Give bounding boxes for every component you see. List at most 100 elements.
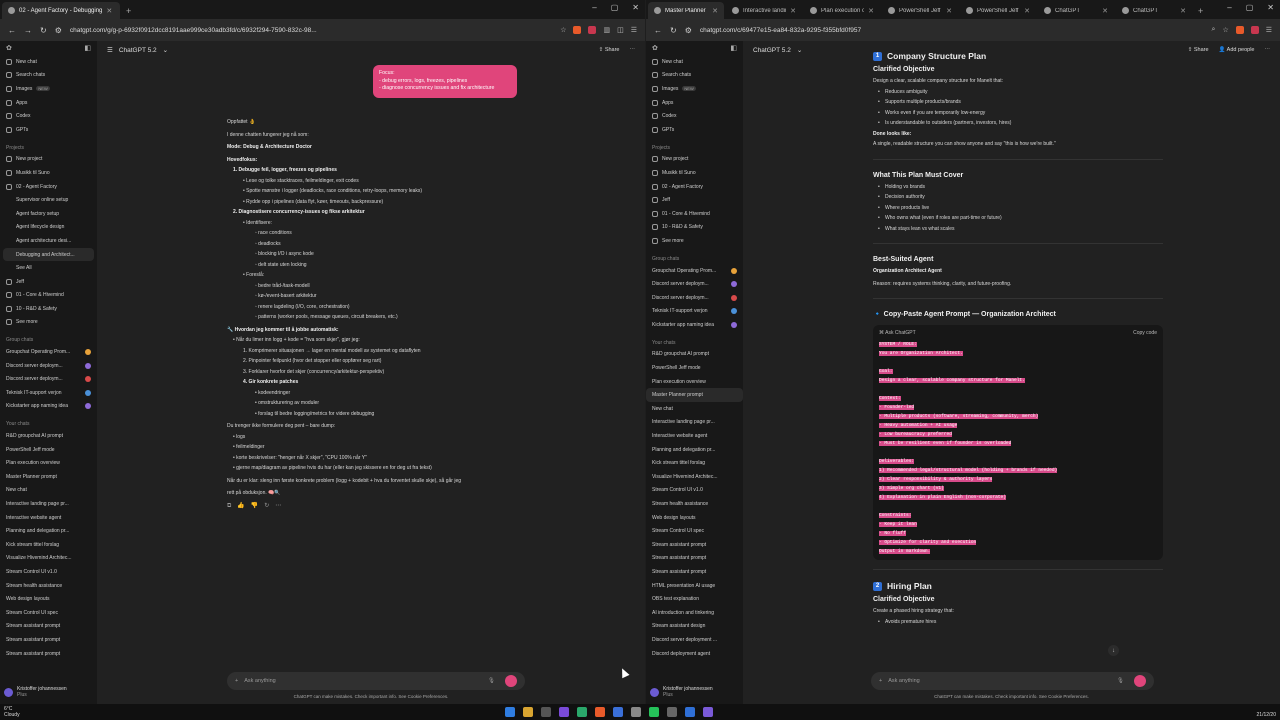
close-icon[interactable]: ✕ bbox=[946, 7, 952, 15]
user-profile[interactable]: Kristoffer johannessen Plus bbox=[650, 686, 713, 698]
extension-icon[interactable] bbox=[588, 26, 597, 34]
forward-icon[interactable]: → bbox=[24, 26, 32, 35]
discord-icon[interactable] bbox=[559, 707, 569, 717]
sidebar-item-chat[interactable]: OBS test explanation bbox=[646, 592, 743, 606]
close-icon[interactable]: ✕ bbox=[1024, 7, 1030, 15]
copy-icon[interactable]: ⧉ bbox=[227, 501, 231, 512]
vscode-icon[interactable] bbox=[685, 707, 695, 717]
sidebar-item-project[interactable]: Jeff bbox=[0, 275, 97, 289]
url-field[interactable]: chatgpt.com/c/69477e15-ea84-832a-9295-f3… bbox=[700, 27, 1204, 34]
copy-code-button[interactable]: Copy code bbox=[1133, 329, 1157, 338]
sidebar-item-chat[interactable]: Visualize Hivemind Architec... bbox=[0, 552, 97, 566]
sidebar-item-project[interactable]: 02 - Agent Factory bbox=[0, 180, 97, 194]
sidebar-item-group[interactable]: Discord server deploym... bbox=[0, 359, 97, 373]
thumbs-down-icon[interactable]: 👎 bbox=[251, 501, 258, 512]
close-icon[interactable]: ✕ bbox=[712, 7, 718, 15]
sidebar-item-chat[interactable]: R&D groupchat AI prompt bbox=[646, 348, 743, 362]
sidebar-item-chat[interactable]: Stream assistant prompt bbox=[646, 538, 743, 552]
app-icon[interactable] bbox=[667, 707, 677, 717]
minimize-icon[interactable]: – bbox=[1227, 3, 1231, 12]
sidebar-item-chat[interactable]: Planning and delegation pr... bbox=[646, 443, 743, 457]
sidebar-item-chat[interactable]: Stream assistant prompt bbox=[646, 552, 743, 566]
app-icon[interactable] bbox=[577, 707, 587, 717]
composer[interactable]: + Ask anything 🎙 bbox=[871, 672, 1154, 690]
sidebar-item-chat[interactable]: Discord server deployment ... bbox=[646, 633, 743, 647]
site-info-icon[interactable]: ⚙ bbox=[55, 26, 62, 35]
sidebar-item-chat[interactable]: Plan execution overview bbox=[0, 456, 97, 470]
browser-tab[interactable]: Interactive landing ✕ bbox=[726, 2, 802, 19]
sidebar-item-chat[interactable]: Interactive website agent bbox=[0, 511, 97, 525]
composer[interactable]: + Ask anything 🎙 bbox=[227, 672, 525, 690]
share-button[interactable]: ⇪ Share bbox=[1188, 47, 1209, 53]
search-icon[interactable]: ⌕ bbox=[1212, 26, 1216, 34]
sidebar-item-chat[interactable]: New chat bbox=[646, 402, 743, 416]
sidebar-item-chat[interactable]: Interactive landing page pr... bbox=[0, 497, 97, 511]
sidebar-item-group[interactable]: Teknisk IT-support verjon bbox=[646, 305, 743, 319]
sidebar-item-chat[interactable]: Master Planner prompt bbox=[646, 388, 743, 403]
sidebar-item-chat[interactable]: Stream Control UI v1.0 bbox=[0, 565, 97, 579]
composer-input[interactable]: Ask anything bbox=[888, 678, 920, 684]
maximize-icon[interactable]: ▢ bbox=[1246, 3, 1254, 12]
sidebar-item[interactable]: Search chats bbox=[0, 69, 97, 83]
sidebar-item-project[interactable]: Musikk til Suno bbox=[0, 166, 97, 180]
more-icon[interactable]: ⋯ bbox=[275, 501, 281, 512]
voice-mode-button[interactable] bbox=[505, 675, 517, 687]
sidebar-item[interactable]: Images NEW bbox=[646, 82, 743, 96]
sidebar-item-chat[interactable]: PowerShell Jeff mode bbox=[0, 443, 97, 457]
sidebar-item-chat[interactable]: Stream Control UI spec bbox=[0, 606, 97, 620]
sidebar-item-group[interactable]: Teknisk IT-support verjon bbox=[0, 386, 97, 400]
minimize-icon[interactable]: – bbox=[592, 3, 596, 12]
site-info-icon[interactable]: ⚙ bbox=[685, 26, 692, 35]
sidebar-item-project[interactable]: Jeff bbox=[646, 193, 743, 207]
new-tab-icon[interactable]: + bbox=[120, 2, 137, 19]
file-explorer-icon[interactable] bbox=[523, 707, 533, 717]
close-window-icon[interactable]: ✕ bbox=[1267, 3, 1274, 12]
sidebar-item[interactable]: GPTs bbox=[646, 123, 743, 137]
sidebar-item-project[interactable]: 02 - Agent Factory bbox=[646, 180, 743, 194]
sidebar-item-chat[interactable]: Web design layouts bbox=[646, 511, 743, 525]
sidebar-item[interactable]: New chat bbox=[646, 55, 743, 69]
close-window-icon[interactable]: ✕ bbox=[632, 3, 639, 12]
brave-icon[interactable] bbox=[595, 707, 605, 717]
bookmark-icon[interactable]: ☆ bbox=[560, 26, 566, 34]
sidebar-item-project[interactable]: New project bbox=[0, 153, 97, 167]
reload-icon[interactable]: ↻ bbox=[670, 26, 677, 35]
sidebar-item-chat[interactable]: PowerShell Jeff mode bbox=[646, 361, 743, 375]
sidebar-item-chat[interactable]: Plan execution overview bbox=[646, 375, 743, 389]
sidebar-item-chat[interactable]: Stream Control UI v1.0 bbox=[646, 484, 743, 498]
sidebar-item-project[interactable]: Debugging and Architect... bbox=[3, 247, 94, 262]
sidebar-item-chat[interactable]: Stream assistant prompt bbox=[0, 633, 97, 647]
sidebar-item-project[interactable]: 01 - Core & Hivemind bbox=[0, 289, 97, 303]
sidebar-item-chat[interactable]: Web design layouts bbox=[0, 592, 97, 606]
brave-shield-icon[interactable] bbox=[1235, 26, 1244, 34]
sidebar-item-chat[interactable]: Kick stream tittel forslag bbox=[0, 538, 97, 552]
vscode-icon[interactable] bbox=[613, 707, 623, 717]
sidebar-item-chat[interactable]: Kick stream tittel forslag bbox=[646, 456, 743, 470]
model-selector[interactable]: ChatGPT 5.2 bbox=[753, 47, 791, 54]
sidebar-item-chat[interactable]: AI introduction and tinkering bbox=[646, 606, 743, 620]
sidebar-item-chat[interactable]: Stream assistant prompt bbox=[646, 565, 743, 579]
scroll-down-icon[interactable]: ↓ bbox=[1108, 645, 1119, 656]
more-icon[interactable]: ⋯ bbox=[630, 47, 636, 53]
sidebar-item-chat[interactable]: Interactive website agent bbox=[646, 429, 743, 443]
app-icon[interactable] bbox=[703, 707, 713, 717]
sidebar-item-chat[interactable]: Stream assistant prompt bbox=[0, 647, 97, 661]
sidebar-item-project[interactable]: Agent lifecycle design bbox=[0, 221, 97, 235]
sidebar-item-project[interactable]: See All bbox=[0, 261, 97, 275]
sidebar-item-chat[interactable]: Visualize Hivemind Architec... bbox=[646, 470, 743, 484]
url-field[interactable]: chatgpt.com/g/g-p-6932f0912dcc8191aae999… bbox=[70, 27, 552, 34]
close-icon[interactable]: ✕ bbox=[1180, 7, 1186, 15]
sidebar-item-chat[interactable]: Discord deployment agent bbox=[646, 647, 743, 661]
close-icon[interactable]: ✕ bbox=[1102, 7, 1108, 15]
sidebar-item-project[interactable]: 10 - R&D & Safety bbox=[646, 221, 743, 235]
weather-widget[interactable]: 6°C Cloudy bbox=[4, 706, 20, 718]
sidebar-item[interactable]: Codex bbox=[646, 109, 743, 123]
model-selector[interactable]: ChatGPT 5.2 bbox=[119, 47, 157, 54]
openai-logo-icon[interactable]: ✿ bbox=[652, 44, 658, 52]
browser-tab[interactable]: PowerShell Jeff mo ✕ bbox=[960, 2, 1036, 19]
sidebar-item-project[interactable]: Musikk til Suno bbox=[646, 166, 743, 180]
wallet-icon[interactable]: ◫ bbox=[617, 26, 624, 34]
sidebar-item-chat[interactable]: Master Planner prompt bbox=[0, 470, 97, 484]
collapse-sidebar-icon[interactable]: ◧ bbox=[84, 44, 91, 52]
composer-input[interactable]: Ask anything bbox=[244, 678, 276, 684]
